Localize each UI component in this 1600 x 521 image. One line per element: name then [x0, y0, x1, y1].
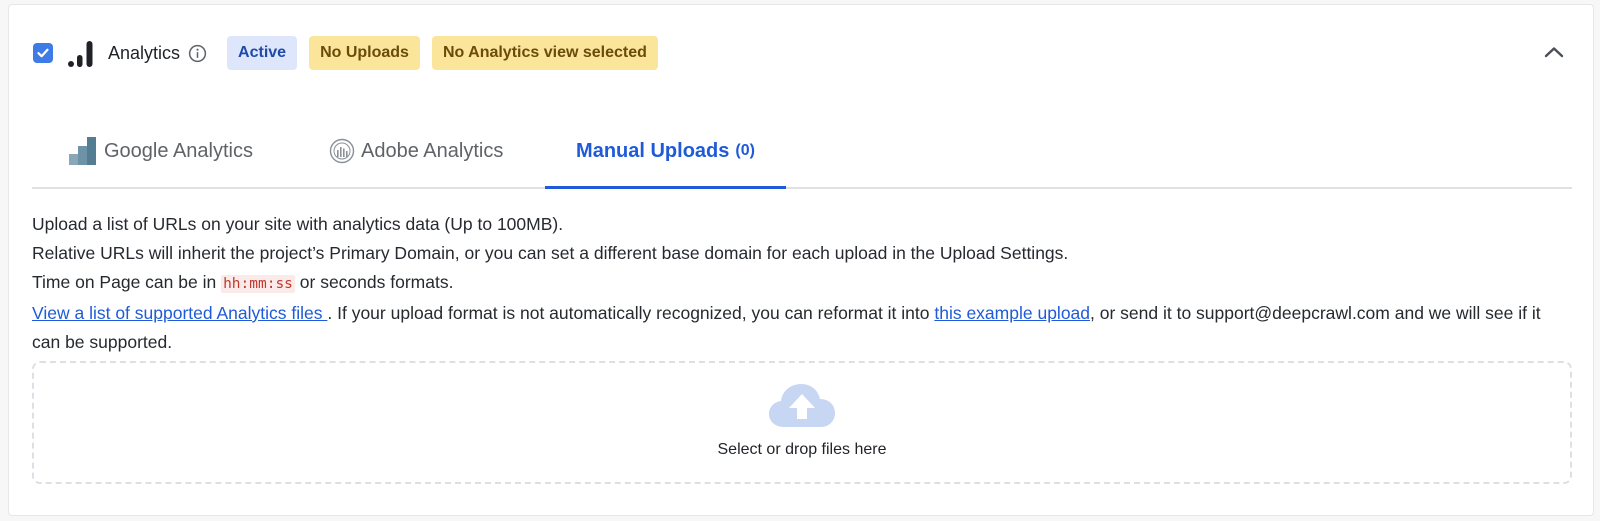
time-format-prefix: Time on Page can be in	[32, 272, 222, 292]
supported-files-link[interactable]: View a list of supported Analytics files	[32, 303, 327, 323]
enable-analytics-checkbox[interactable]	[33, 43, 53, 63]
analytics-tabs: Google Analytics Adobe Analytics Manual …	[32, 115, 1572, 189]
signal-bars-icon	[68, 41, 93, 67]
time-format-code: hh:mm:ss	[221, 275, 295, 293]
cloud-upload-icon	[769, 383, 835, 427]
description-line-1: Upload a list of URLs on your site with …	[32, 214, 564, 234]
chevron-up-icon	[1544, 47, 1564, 58]
analytics-panel: Analytics Active No Uploads No Analytics…	[8, 4, 1594, 516]
collapse-button[interactable]	[1539, 37, 1569, 67]
reformat-text: . If your upload format is not automatic…	[327, 303, 935, 323]
check-icon	[37, 48, 49, 58]
description-line-2: Relative URLs will inherit the project’s…	[32, 243, 1069, 263]
file-dropzone[interactable]: Select or drop files here	[32, 361, 1572, 484]
google-analytics-icon	[69, 137, 96, 165]
info-icon[interactable]	[188, 44, 207, 63]
adobe-analytics-icon	[329, 138, 355, 164]
tab-manual-uploads-count: (0)	[735, 142, 755, 159]
tab-google-analytics[interactable]: Google Analytics	[68, 115, 253, 187]
active-tab-indicator	[545, 186, 786, 189]
status-badge-no-uploads: No Uploads	[309, 36, 420, 70]
tab-manual-uploads-label: Manual Uploads	[576, 139, 730, 162]
dropzone-label: Select or drop files here	[717, 440, 887, 458]
status-badge-no-view: No Analytics view selected	[431, 36, 658, 70]
panel-header: Analytics Active No Uploads No Analytics…	[33, 33, 670, 73]
tab-adobe-analytics-label: Adobe Analytics	[361, 139, 504, 162]
panel-title: Analytics	[108, 42, 181, 63]
tab-adobe-analytics[interactable]: Adobe Analytics	[329, 115, 503, 187]
example-upload-link[interactable]: this example upload	[934, 303, 1090, 323]
tab-google-analytics-label: Google Analytics	[104, 139, 253, 162]
upload-description: Upload a list of URLs on your site with …	[32, 210, 1572, 357]
description-line-4: View a list of supported Analytics files…	[32, 299, 1572, 357]
time-format-suffix: or seconds formats.	[294, 272, 454, 292]
description-line-3: Time on Page can be in hh:mm:ss or secon…	[32, 268, 1572, 299]
status-badge-active: Active	[227, 36, 298, 70]
tab-manual-uploads[interactable]: Manual Uploads (0)	[545, 115, 786, 189]
